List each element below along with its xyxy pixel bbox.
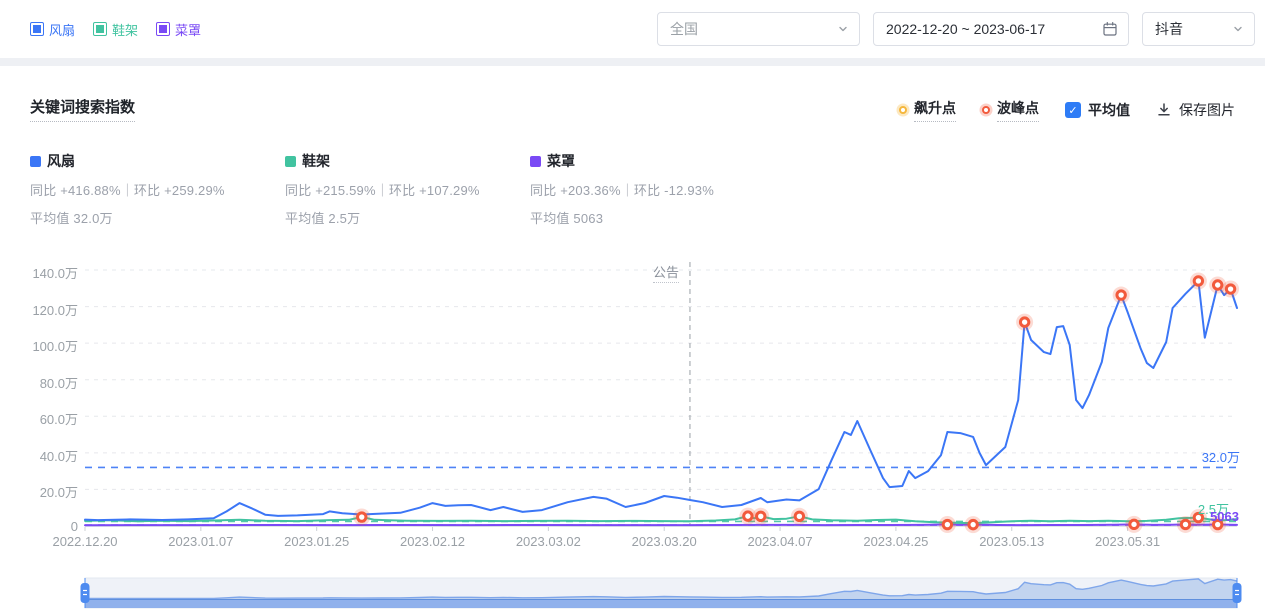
- keyword-label: 菜罩: [175, 20, 201, 39]
- filter-controls: 全国 2022-12-20 ~ 2023-06-17 抖音: [657, 12, 1255, 46]
- date-range-input[interactable]: 2022-12-20 ~ 2023-06-17: [873, 12, 1129, 46]
- peak-marker[interactable]: [1130, 520, 1138, 528]
- peak-marker[interactable]: [1226, 285, 1234, 293]
- stat-compare: 同比 +215.59%｜环比 +107.29%: [285, 180, 480, 199]
- stat-block-caizhao: 菜罩 同比 +203.36%｜环比 -12.93% 平均值 5063: [530, 151, 714, 227]
- peak-marker[interactable]: [358, 513, 366, 521]
- average-value-label: 5063: [1210, 509, 1239, 524]
- stat-average: 平均值 2.5万: [285, 208, 480, 227]
- date-range-value: 2022-12-20 ~ 2023-06-17: [886, 21, 1045, 37]
- x-axis-labels: 2022.12.20 2023.01.07 2023.01.25 2023.02.12…: [0, 534, 1265, 554]
- x-tick-label: 2023.05.31: [1095, 534, 1160, 549]
- x-tick-label: 2022.12.20: [52, 534, 117, 549]
- average-label: 平均值: [1088, 100, 1130, 120]
- soar-point-toggle[interactable]: 飙升点: [899, 98, 956, 122]
- chart-header-controls: 飙升点 波峰点 ✓ 平均值 保存图片: [899, 98, 1235, 122]
- average-toggle[interactable]: ✓ 平均值: [1065, 100, 1130, 120]
- peak-point-icon: [982, 106, 990, 114]
- top-toolbar: 风扇 鞋架 菜罩 全国 2022-12-20 ~ 2023-06-17 抖音: [0, 0, 1265, 58]
- brush-handle-right[interactable]: [1233, 583, 1242, 603]
- download-icon: [1156, 102, 1172, 118]
- x-tick-label: 2023.05.13: [979, 534, 1044, 549]
- section-divider: [0, 58, 1265, 66]
- keyword-checkbox-icon: [156, 22, 170, 36]
- soar-point-label: 飙升点: [914, 98, 956, 122]
- annotation-label: 公告: [653, 262, 679, 281]
- series-line: [85, 524, 1237, 525]
- keyword-toggle-xiejia[interactable]: 鞋架: [93, 20, 138, 39]
- series-color-swatch: [530, 156, 541, 167]
- annotation-text: 公告: [653, 265, 679, 283]
- main-chart-svg: [0, 255, 1265, 545]
- brush-handle-left[interactable]: [81, 583, 90, 603]
- keyword-checkbox-icon: [93, 22, 107, 36]
- chevron-down-icon: [837, 23, 849, 35]
- platform-select[interactable]: 抖音: [1142, 12, 1255, 46]
- series-color-swatch: [285, 156, 296, 167]
- calendar-icon: [1102, 21, 1118, 37]
- x-tick-label: 2023.03.20: [632, 534, 697, 549]
- peak-point-toggle[interactable]: 波峰点: [982, 98, 1039, 122]
- region-select-value: 全国: [670, 19, 698, 39]
- checkbox-checked-icon: ✓: [1065, 102, 1081, 118]
- peak-marker[interactable]: [1181, 520, 1189, 528]
- x-tick-label: 2023.02.12: [400, 534, 465, 549]
- brush-selected-strip: [85, 599, 1237, 608]
- save-image-label: 保存图片: [1179, 100, 1235, 120]
- stat-block-xiejia: 鞋架 同比 +215.59%｜环比 +107.29% 平均值 2.5万: [285, 151, 480, 227]
- peak-marker[interactable]: [744, 512, 752, 520]
- keyword-toggle-caizhao[interactable]: 菜罩: [156, 20, 201, 39]
- peak-marker[interactable]: [1194, 277, 1202, 285]
- x-tick-label: 2023.01.25: [284, 534, 349, 549]
- save-image-button[interactable]: 保存图片: [1156, 100, 1235, 120]
- peak-marker[interactable]: [1020, 318, 1028, 326]
- region-select[interactable]: 全国: [657, 12, 860, 46]
- peak-marker[interactable]: [969, 520, 977, 528]
- x-tick-label: 2023.01.07: [168, 534, 233, 549]
- x-tick-label: 2023.04.25: [863, 534, 928, 549]
- soar-point-icon: [899, 106, 907, 114]
- x-tick-label: 2023.03.02: [516, 534, 581, 549]
- stat-compare: 同比 +203.36%｜环比 -12.93%: [530, 180, 714, 199]
- average-value-label: 32.0万: [1202, 447, 1240, 466]
- chevron-down-icon: [1232, 23, 1244, 35]
- series-line: [85, 281, 1237, 520]
- platform-select-value: 抖音: [1155, 19, 1183, 39]
- peak-marker[interactable]: [795, 512, 803, 520]
- stat-keyword: 鞋架: [302, 151, 330, 171]
- peak-marker[interactable]: [757, 512, 765, 520]
- peak-marker[interactable]: [1117, 291, 1125, 299]
- stat-keyword: 菜罩: [547, 151, 575, 171]
- peak-point-label: 波峰点: [997, 98, 1039, 122]
- data-zoom-brush[interactable]: [0, 575, 1265, 610]
- keyword-label: 鞋架: [112, 20, 138, 39]
- stat-average: 平均值 5063: [530, 208, 714, 227]
- x-tick-label: 2023.04.07: [748, 534, 813, 549]
- peak-marker[interactable]: [943, 520, 951, 528]
- peak-marker[interactable]: [1213, 281, 1221, 289]
